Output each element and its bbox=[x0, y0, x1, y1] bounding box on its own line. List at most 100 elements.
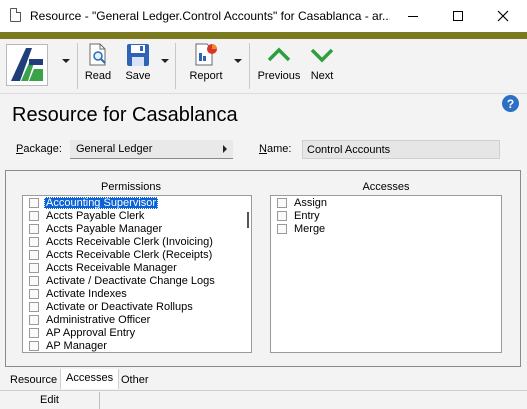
permissions-accesses-group: Permissions Accounting Supervisor Accts P… bbox=[5, 170, 521, 367]
package-value: General Ledger bbox=[76, 143, 153, 155]
permission-item-label: Accounting Supervisor bbox=[44, 196, 159, 209]
app-logo-icon bbox=[11, 48, 43, 81]
checkbox[interactable] bbox=[29, 262, 39, 273]
accent-bar bbox=[0, 32, 527, 39]
checkbox[interactable] bbox=[29, 340, 39, 351]
minimize-icon bbox=[408, 15, 418, 17]
list-item[interactable]: Administrative Officer bbox=[23, 313, 251, 326]
list-item[interactable]: Accts Receivable Clerk (Receipts) bbox=[23, 248, 251, 261]
tab-resource[interactable]: Resource bbox=[5, 371, 62, 389]
permission-item-label: Accts Payable Manager bbox=[46, 222, 163, 235]
permissions-title: Permissions bbox=[101, 181, 161, 193]
help-icon[interactable]: ? bbox=[502, 95, 519, 112]
save-icon bbox=[127, 44, 149, 66]
tab-other[interactable]: Other bbox=[116, 371, 154, 389]
permission-item-label: Activate or Deactivate Rollups bbox=[46, 300, 193, 313]
read-icon bbox=[89, 43, 106, 66]
list-item[interactable]: Accts Payable Clerk bbox=[23, 209, 251, 222]
list-item[interactable]: Assign bbox=[271, 196, 501, 209]
checkbox[interactable] bbox=[29, 223, 39, 234]
status-mode: Edit bbox=[0, 392, 100, 409]
next-label: Next bbox=[310, 70, 334, 82]
previous-button[interactable]: Previous bbox=[256, 43, 302, 89]
permission-item-label: Activate / Deactivate Change Logs bbox=[46, 274, 215, 287]
status-message bbox=[100, 392, 527, 409]
permission-item-label: Accts Receivable Manager bbox=[46, 261, 177, 274]
read-button[interactable]: Read bbox=[84, 43, 112, 89]
list-item[interactable]: Merge bbox=[271, 222, 501, 235]
app-logo[interactable] bbox=[6, 44, 48, 86]
report-icon bbox=[195, 43, 217, 66]
permission-item-label: Activate Indexes bbox=[46, 287, 127, 300]
toolbar: Read Save Report Previous Next bbox=[0, 39, 527, 94]
checkbox[interactable] bbox=[277, 210, 287, 221]
toolbar-separator bbox=[249, 43, 250, 89]
bottom-tabs: Resource Accesses Other bbox=[0, 369, 527, 389]
list-item[interactable]: AP Approval Entry bbox=[23, 326, 251, 339]
minimize-button[interactable] bbox=[391, 0, 435, 32]
permission-item-label: Accts Payable Clerk bbox=[46, 209, 145, 222]
checkbox[interactable] bbox=[277, 197, 287, 208]
save-dropdown-arrow-icon[interactable] bbox=[161, 59, 169, 63]
checkbox[interactable] bbox=[277, 223, 287, 234]
access-item-label: Merge bbox=[294, 222, 326, 235]
checkbox[interactable] bbox=[29, 236, 39, 247]
toolbar-separator bbox=[175, 43, 176, 89]
checkbox[interactable] bbox=[29, 197, 39, 208]
checkbox[interactable] bbox=[29, 210, 39, 221]
previous-label: Previous bbox=[257, 70, 301, 82]
permission-item-label: Administrative Officer bbox=[46, 313, 151, 326]
accesses-title: Accesses bbox=[362, 181, 410, 193]
main-content: ? Resource for Casablanca Package: Gener… bbox=[0, 94, 527, 409]
save-label: Save bbox=[125, 70, 151, 82]
read-label: Read bbox=[84, 70, 112, 82]
checkbox[interactable] bbox=[29, 314, 39, 325]
package-field[interactable]: General Ledger bbox=[70, 140, 233, 159]
list-item[interactable]: Accounting Supervisor bbox=[23, 196, 251, 209]
permission-item-label: Accts Receivable Clerk (Receipts) bbox=[46, 248, 213, 261]
access-item-label: Assign bbox=[294, 196, 328, 209]
report-button[interactable]: Report bbox=[186, 43, 226, 89]
permission-item-label: Accts Receivable Clerk (Invoicing) bbox=[46, 235, 213, 248]
permissions-scrollbar[interactable] bbox=[243, 196, 251, 352]
accesses-list[interactable]: Assign Entry Merge bbox=[270, 195, 502, 353]
list-item[interactable]: Accts Receivable Manager bbox=[23, 261, 251, 274]
report-dropdown-arrow-icon[interactable] bbox=[234, 59, 242, 63]
name-field[interactable]: Control Accounts bbox=[302, 140, 500, 159]
checkbox[interactable] bbox=[29, 288, 39, 299]
title-bar: Resource - "General Ledger.Control Accou… bbox=[0, 0, 527, 32]
checkbox[interactable] bbox=[29, 301, 39, 312]
list-item[interactable]: Accts Payable Manager bbox=[23, 222, 251, 235]
tab-accesses[interactable]: Accesses bbox=[60, 369, 120, 389]
checkbox[interactable] bbox=[29, 275, 39, 286]
permission-item-label: AP Manager bbox=[46, 339, 107, 352]
toolbar-separator bbox=[77, 43, 78, 89]
maximize-button[interactable] bbox=[436, 0, 480, 32]
list-item[interactable]: Entry bbox=[271, 209, 501, 222]
close-icon bbox=[497, 10, 509, 22]
page-title: Resource for Casablanca bbox=[12, 104, 238, 126]
name-label: Name: bbox=[259, 143, 292, 155]
scrollbar-thumb[interactable] bbox=[247, 212, 249, 228]
document-icon bbox=[10, 8, 21, 22]
access-item-label: Entry bbox=[294, 209, 320, 222]
window-title: Resource - "General Ledger.Control Accou… bbox=[30, 9, 390, 23]
list-item[interactable]: AP Manager bbox=[23, 339, 251, 352]
maximize-icon bbox=[453, 11, 463, 21]
list-item[interactable]: Accts Receivable Clerk (Invoicing) bbox=[23, 235, 251, 248]
chevron-up-icon bbox=[267, 47, 291, 62]
close-button[interactable] bbox=[481, 0, 525, 32]
list-item[interactable]: Activate / Deactivate Change Logs bbox=[23, 274, 251, 287]
logo-dropdown-arrow-icon[interactable] bbox=[62, 59, 70, 63]
permissions-list[interactable]: Accounting Supervisor Accts Payable Clerk… bbox=[22, 195, 252, 353]
list-item[interactable]: Activate or Deactivate Rollups bbox=[23, 300, 251, 313]
chevron-right-icon bbox=[223, 145, 227, 153]
permission-item-label: AP Approval Entry bbox=[46, 326, 136, 339]
list-item[interactable]: Activate Indexes bbox=[23, 287, 251, 300]
next-button[interactable]: Next bbox=[306, 43, 338, 89]
report-label: Report bbox=[189, 70, 223, 82]
package-label: Package: bbox=[16, 143, 62, 155]
checkbox[interactable] bbox=[29, 327, 39, 338]
save-button[interactable]: Save bbox=[122, 43, 154, 89]
checkbox[interactable] bbox=[29, 249, 39, 260]
